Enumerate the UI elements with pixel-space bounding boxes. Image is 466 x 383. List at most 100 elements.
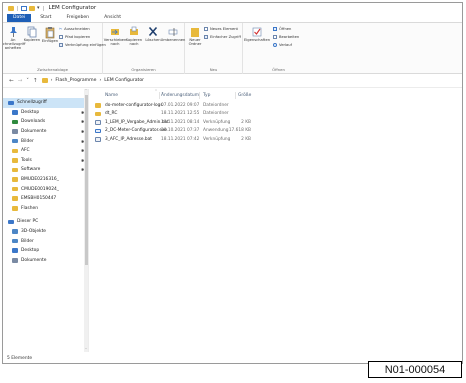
- nav-item[interactable]: 3D-Objekte: [3, 227, 88, 237]
- move-to-icon: [111, 29, 119, 35]
- delete-label: Löschen: [145, 38, 161, 42]
- file-row[interactable]: do-meter-configurator-logs 07.01.2022 09:…: [95, 101, 255, 110]
- pin-quick-access-button[interactable]: An Schnellzugriff anheften: [3, 26, 26, 51]
- organize-group: Verschieben nach Kopieren nach Löschen U…: [103, 23, 185, 74]
- nav-item[interactable]: Tools ✱: [3, 156, 88, 166]
- column-divider[interactable]: [235, 92, 236, 99]
- rename-button[interactable]: Umbenennen: [161, 26, 185, 42]
- file-row[interactable]: 2_DC-Meter-Configurator.exe 20.10.2021 07…: [95, 127, 255, 136]
- paste-button[interactable]: Einfügen: [41, 26, 59, 43]
- folder-icon: [8, 5, 14, 11]
- column-header-label: Typ: [203, 93, 211, 98]
- nav-item[interactable]: Desktop: [3, 246, 88, 256]
- history-icon: [273, 43, 277, 47]
- column-divider[interactable]: [159, 92, 160, 99]
- nav-item[interactable]: EMSBH0150447: [3, 194, 88, 204]
- file-type: Dateiordner: [203, 111, 229, 117]
- nav-item[interactable]: Downloads ✱: [3, 117, 88, 127]
- column-header-type[interactable]: Typ: [203, 92, 210, 99]
- paste-shortcut-button[interactable]: Verknüpfung einfügen: [59, 43, 106, 47]
- new-folder-icon[interactable]: [29, 5, 35, 11]
- nav-item[interactable]: Dokumente ✱: [3, 127, 88, 137]
- back-button[interactable]: ←: [9, 78, 14, 84]
- nav-item[interactable]: CMUDE0019024_: [3, 184, 88, 194]
- tab-home[interactable]: Start: [34, 14, 57, 22]
- address-bar: ← → ˅ ↑ › Flash_Programme › LEM Configur…: [3, 74, 462, 88]
- scroll-up-icon[interactable]: ˄: [84, 89, 88, 93]
- easy-access-icon: [204, 35, 208, 39]
- new-group-label: Neu: [209, 67, 218, 72]
- breadcrumb[interactable]: › Flash_Programme › LEM Configurator: [41, 78, 144, 83]
- move-to-button[interactable]: Verschieben nach: [104, 26, 126, 46]
- delete-button[interactable]: Löschen: [144, 26, 162, 42]
- file-row[interactable]: dt_RC 18.11.2021 12:55 Dateiordner: [95, 110, 255, 119]
- file-date: 18.11.2021 08:14: [161, 119, 200, 125]
- edit-button[interactable]: Bearbeiten: [273, 35, 299, 39]
- quick-access-dropdown-icon[interactable]: ▾: [37, 5, 40, 11]
- paste-shortcut-label: Verknüpfung einfügen: [65, 43, 106, 47]
- properties-check-icon: [252, 27, 262, 37]
- nav-scrollbar-thumb[interactable]: [84, 95, 88, 265]
- breadcrumb-item[interactable]: LEM Configurator: [104, 78, 144, 83]
- column-header-size[interactable]: Größe: [238, 92, 251, 99]
- nav-item-label: EMSBH0150447: [21, 196, 57, 202]
- new-item-button[interactable]: Neues Element: [204, 27, 238, 31]
- delete-icon: [148, 26, 158, 37]
- open-label: Öffnen: [279, 27, 292, 31]
- nav-item[interactable]: Flashen: [3, 204, 88, 214]
- nav-item[interactable]: AFC ✱: [3, 146, 88, 156]
- breadcrumb-item[interactable]: Flash_Programme: [55, 78, 96, 83]
- recent-locations-button[interactable]: ˅: [26, 78, 29, 84]
- nav-item[interactable]: Schnellzugriff: [3, 98, 88, 108]
- properties-icon[interactable]: [21, 5, 27, 11]
- history-button[interactable]: Verlauf: [273, 43, 292, 47]
- file-row[interactable]: 1_LEM_IP_Vergabe_Admin.bat 18.11.2021 08:…: [95, 118, 255, 127]
- copy-icon: [27, 26, 37, 38]
- nav-item-label: BMUDE0216316_: [21, 177, 59, 183]
- copy-button[interactable]: Kopieren: [23, 26, 41, 42]
- document-icon: [12, 129, 18, 134]
- nav-item[interactable]: Dieser PC: [3, 217, 88, 227]
- new-group: Neuer Ordner Neues Element Einfacher Zug…: [185, 23, 243, 74]
- nav-item[interactable]: Software ✱: [3, 165, 88, 175]
- column-header-date[interactable]: Änderungsdatum: [161, 92, 199, 99]
- open-button[interactable]: Öffnen: [273, 27, 291, 31]
- column-header-label: Änderungsdatum: [161, 93, 199, 98]
- nav-item[interactable]: Bilder ✱: [3, 136, 88, 146]
- folder-icon: [12, 167, 18, 173]
- column-header-name[interactable]: Name: [105, 92, 118, 99]
- properties-button[interactable]: Eigenschaften: [244, 26, 270, 42]
- nav-item[interactable]: BMUDE0216316_: [3, 175, 88, 185]
- nav-item-label: Flashen: [21, 205, 38, 211]
- nav-scrollbar[interactable]: ˄ ˅: [84, 89, 88, 352]
- new-item-label: Neues Element: [210, 27, 238, 31]
- copy-path-button[interactable]: Pfad kopieren: [59, 35, 90, 39]
- new-folder-button[interactable]: Neuer Ordner: [187, 26, 203, 46]
- forward-button[interactable]: →: [18, 78, 23, 84]
- tab-share[interactable]: Freigeben: [61, 14, 96, 22]
- edit-icon: [273, 35, 277, 39]
- easy-access-button[interactable]: Einfacher Zugriff: [204, 35, 241, 39]
- paste-label: Einfügen: [41, 39, 59, 43]
- nav-item[interactable]: Bilder: [3, 236, 88, 246]
- tab-file[interactable]: Datei: [7, 14, 32, 22]
- paste-icon: [45, 27, 55, 39]
- nav-item[interactable]: Dokumente: [3, 256, 88, 266]
- navigation-pane: Schnellzugriff Desktop ✱ Downloads ✱ Dokument…: [3, 89, 89, 352]
- folder-icon: [12, 148, 18, 154]
- folder-icon: [12, 186, 18, 192]
- nav-item[interactable]: Desktop ✱: [3, 108, 88, 118]
- batch-file-icon: [95, 120, 101, 125]
- ribbon-tabs: Datei Start Freigeben Ansicht: [3, 13, 462, 23]
- up-button[interactable]: ↑: [33, 78, 38, 84]
- open-icon: [273, 27, 277, 31]
- tab-view[interactable]: Ansicht: [98, 14, 127, 22]
- file-row[interactable]: 3_AFC_IP_Adresse.bat 18.11.2021 07:42 Verk…: [95, 135, 255, 144]
- scroll-down-icon[interactable]: ˅: [84, 348, 88, 352]
- copy-to-button[interactable]: Kopieren nach: [125, 26, 143, 46]
- shortcut-icon: [59, 43, 63, 47]
- column-divider[interactable]: [199, 92, 200, 99]
- cut-button[interactable]: ✂ Ausschneiden: [59, 27, 90, 31]
- desktop-icon: [12, 248, 18, 253]
- cut-label: Ausschneiden: [64, 27, 90, 31]
